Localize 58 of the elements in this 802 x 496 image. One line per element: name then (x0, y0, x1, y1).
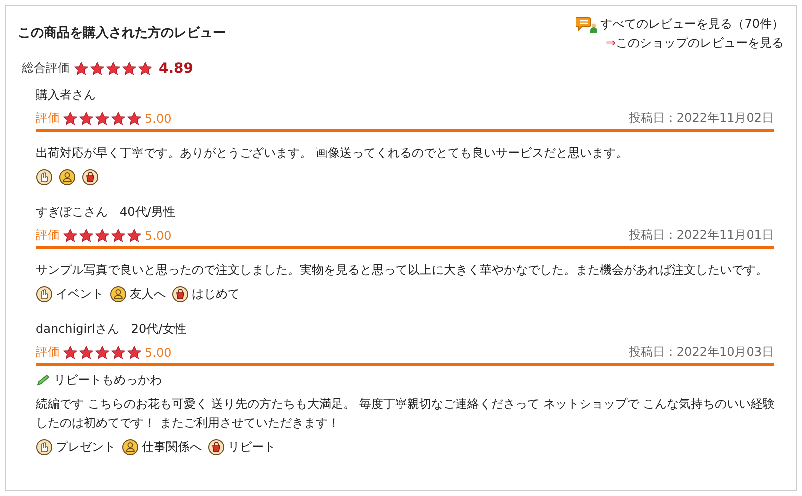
hand-icon (36, 286, 53, 303)
bag-icon (82, 169, 99, 186)
shop-reviews-link[interactable]: ⇒このショップのレビューを見る (606, 35, 784, 52)
tag-label: 仕事関係へ (142, 439, 202, 456)
star-icon (111, 346, 126, 360)
overall-rating-label: 総合評価 (22, 60, 70, 77)
tag-label: はじめて (192, 286, 240, 303)
star-icon (127, 228, 142, 242)
star-icon (95, 228, 110, 242)
speech-bubble-person-icon (576, 16, 598, 32)
pencil-icon (36, 374, 51, 387)
star-icon (138, 62, 153, 76)
bag-icon (172, 286, 189, 303)
review-text: 出荷対応が早く丁寧です。ありがとうございます。 画像送ってくれるのでとても良いサービスだと思います。 (36, 145, 629, 162)
rating-label: 評価 (36, 110, 60, 127)
post-date: 投稿日：2022年10月03日 (628, 344, 774, 361)
tag-label: プレゼント (56, 439, 116, 456)
review-text: サンプル写真で良いと思ったので注文しました。実物を見ると思って以上に大きく華やかなでした。また機会があれば注文したいです。 (36, 262, 769, 279)
reviewer-name: 購入者さん (36, 87, 97, 104)
star-icon (127, 346, 142, 360)
star-icon (122, 62, 137, 76)
star-icon (106, 62, 121, 76)
star-icon (79, 346, 94, 360)
hand-icon (36, 169, 53, 186)
review-headline: リピートもめっかわ (54, 372, 162, 389)
rating-label: 評価 (36, 344, 60, 361)
star-icon (90, 62, 105, 76)
post-date: 投稿日：2022年11月01日 (628, 227, 774, 244)
person-icon (122, 439, 139, 456)
tag-label: リピート (228, 439, 276, 456)
all-reviews-link[interactable]: すべてのレビューを見る（70件） (600, 16, 784, 33)
hand-icon (36, 439, 53, 456)
star-icon (111, 228, 126, 242)
review-text: 続編です こちらのお花も可愛く 送り先の方たちも大満足。 毎度丁寧親切なご連絡くださって ネットショップで こんな気持ちのいい経験したのは初めてです！ またご利用させていただきます！ (36, 396, 776, 432)
reviewer-name: すぎぼこさん 40代/男性 (36, 204, 176, 221)
star-icon (79, 112, 94, 126)
star-icon (79, 228, 94, 242)
post-date: 投稿日：2022年11月02日 (628, 110, 774, 127)
bag-icon (208, 439, 225, 456)
star-icon (95, 112, 110, 126)
star-icon (63, 346, 78, 360)
star-icon (95, 346, 110, 360)
star-icon (63, 112, 78, 126)
person-icon (59, 169, 76, 186)
reviewer-name: danchigirlさん 20代/女性 (36, 321, 188, 338)
section-title: この商品を購入された方のレビュー (18, 24, 226, 42)
star-icon (127, 112, 142, 126)
star-icon (63, 228, 78, 242)
rating-score: 5.00 (145, 346, 172, 360)
star-icon (74, 62, 89, 76)
overall-score: 4.89 (159, 60, 194, 76)
person-icon (110, 286, 127, 303)
star-icon (111, 112, 126, 126)
tag-label: 友人へ (130, 286, 166, 303)
rating-score: 5.00 (145, 112, 172, 126)
rating-score: 5.00 (145, 228, 172, 242)
rating-label: 評価 (36, 227, 60, 244)
tag-label: イベント (56, 286, 104, 303)
